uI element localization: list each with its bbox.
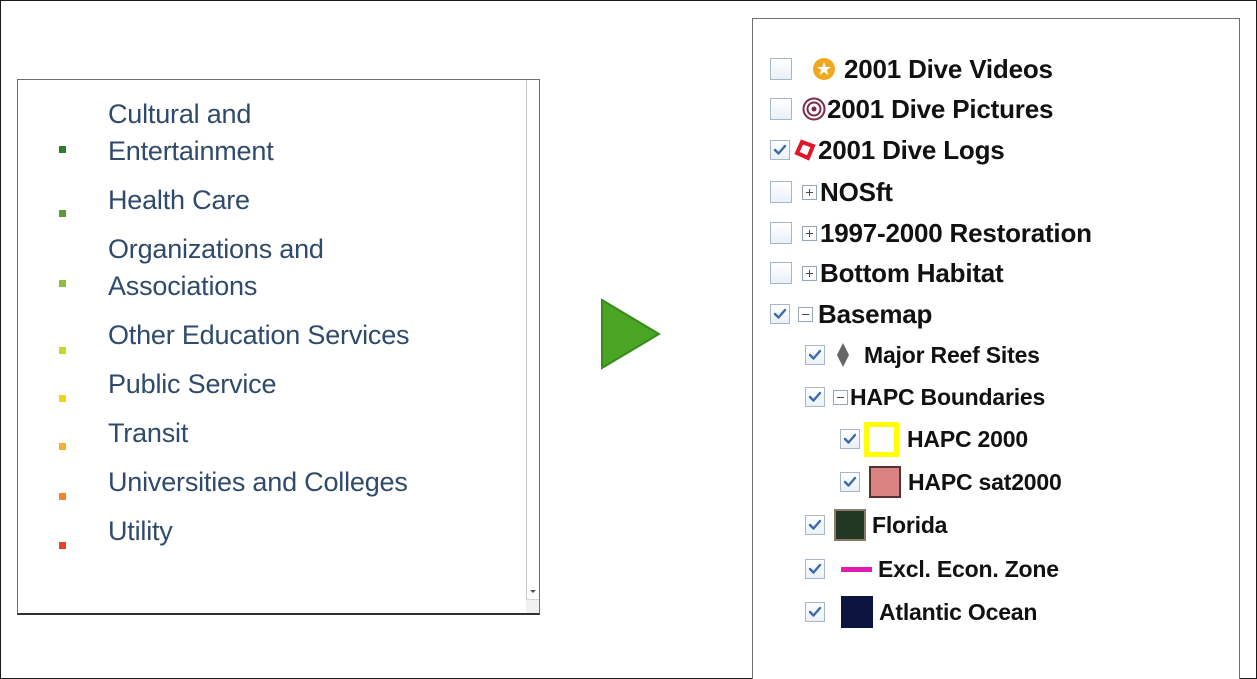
layer-checkbox[interactable] [770, 140, 790, 160]
layer-checkbox[interactable] [805, 602, 825, 622]
checkmark-icon [808, 391, 822, 402]
layer-row-dive-logs[interactable]: 2001 Dive Logs [770, 134, 1005, 166]
category-color-dot [59, 146, 66, 153]
checkmark-icon [843, 476, 857, 487]
layer-row-hapc-boundaries[interactable]: HAPC Boundaries [805, 381, 1045, 413]
magenta-line-icon [841, 566, 872, 572]
layer-checkbox[interactable] [770, 262, 792, 284]
category-label: Utility [108, 516, 173, 546]
red-diamond-icon [794, 139, 816, 161]
category-color-dot [59, 280, 66, 287]
green-play-arrow-icon [601, 298, 661, 370]
category-color-dot [59, 542, 66, 549]
layer-checkbox[interactable] [840, 429, 860, 449]
checkmark-icon [843, 433, 857, 444]
gold-star-circle-icon [813, 58, 835, 80]
category-color-dot [59, 395, 66, 402]
layer-label: 1997-2000 Restoration [820, 217, 1092, 248]
layer-row-major-reef-sites[interactable]: Major Reef Sites [805, 339, 1040, 371]
category-label: Transit [108, 418, 189, 448]
layer-label: HAPC sat2000 [908, 468, 1062, 495]
collapse-icon[interactable] [833, 389, 848, 405]
dark-green-square-icon [834, 509, 866, 541]
layer-label: Excl. Econ. Zone [878, 555, 1059, 582]
layer-row-florida[interactable]: Florida [805, 509, 947, 541]
navy-square-icon [841, 596, 873, 628]
layer-row-hapc-sat2000[interactable]: HAPC sat2000 [840, 466, 1062, 498]
category-label: Associations [108, 271, 258, 301]
layer-label: HAPC Boundaries [850, 383, 1046, 410]
layer-checkbox[interactable] [770, 181, 792, 203]
category-label: Cultural and [108, 99, 252, 129]
pink-square-icon [869, 466, 901, 498]
layer-label: Basemap [818, 298, 933, 329]
layer-label: 2001 Dive Pictures [827, 93, 1054, 124]
layer-row-bottom-habitat[interactable]: Bottom Habitat [770, 257, 1004, 289]
category-color-dot [59, 347, 66, 354]
layer-row-hapc-2000[interactable]: HAPC 2000 [840, 421, 1028, 457]
scrollbar-corner [526, 599, 539, 613]
layer-label: Atlantic Ocean [879, 598, 1038, 625]
layer-row-atlantic-ocean[interactable]: Atlantic Ocean [805, 596, 1037, 628]
category-color-dot [59, 443, 66, 450]
expand-icon[interactable] [802, 265, 817, 281]
expand-icon[interactable] [802, 184, 817, 200]
layer-checkbox[interactable] [770, 58, 792, 80]
layer-label: 2001 Dive Logs [818, 134, 1005, 165]
layer-row-restoration[interactable]: 1997-2000 Restoration [770, 217, 1092, 249]
gray-diamond-icon [837, 343, 849, 367]
category-color-dot [59, 210, 66, 217]
category-label: Public Service [108, 369, 277, 399]
layer-label: 2001 Dive Videos [844, 53, 1053, 84]
layer-label: NOSft [820, 176, 893, 207]
layer-row-dive-videos[interactable]: 2001 Dive Videos [770, 53, 1053, 85]
layer-label: Bottom Habitat [820, 257, 1004, 288]
layer-checkbox[interactable] [805, 345, 825, 365]
target-rings-icon [802, 97, 826, 121]
layer-row-nosft[interactable]: NOSft [770, 176, 893, 208]
checkmark-icon [773, 308, 787, 319]
checkmark-icon [808, 563, 822, 574]
layer-list-panel: 2001 Dive Videos 2001 Dive Pictures 2001… [752, 18, 1240, 679]
layer-checkbox[interactable] [805, 515, 825, 535]
expand-icon[interactable] [802, 225, 817, 241]
category-color-dot [59, 493, 66, 500]
vertical-scrollbar[interactable] [526, 80, 539, 613]
category-label: Entertainment [108, 136, 274, 166]
layer-checkbox[interactable] [770, 98, 792, 120]
layer-label: Florida [872, 511, 948, 538]
category-legend-panel: Cultural and Entertainment Health Care O… [17, 79, 540, 615]
layer-label: HAPC 2000 [907, 425, 1028, 452]
layer-checkbox[interactable] [805, 387, 825, 407]
layer-row-basemap[interactable]: Basemap [770, 298, 932, 330]
layer-label: Major Reef Sites [864, 341, 1040, 368]
layer-row-dive-pictures[interactable]: 2001 Dive Pictures [770, 93, 1053, 125]
layer-checkbox[interactable] [840, 472, 860, 492]
category-label: Organizations and [108, 234, 324, 264]
layer-checkbox[interactable] [770, 304, 790, 324]
checkmark-icon [808, 349, 822, 360]
layer-checkbox[interactable] [805, 559, 825, 579]
checkmark-icon [808, 606, 822, 617]
category-label: Health Care [108, 185, 250, 215]
checkmark-icon [773, 144, 787, 155]
layer-checkbox[interactable] [770, 222, 792, 244]
layer-row-excl-econ-zone[interactable]: Excl. Econ. Zone [805, 553, 1059, 585]
yellow-outline-square-icon [864, 421, 899, 457]
collapse-icon[interactable] [798, 306, 813, 322]
scroll-down-arrow-icon[interactable] [530, 590, 536, 593]
checkmark-icon [808, 519, 822, 530]
category-label: Other Education Services [108, 320, 410, 350]
category-label: Universities and Colleges [108, 467, 408, 497]
